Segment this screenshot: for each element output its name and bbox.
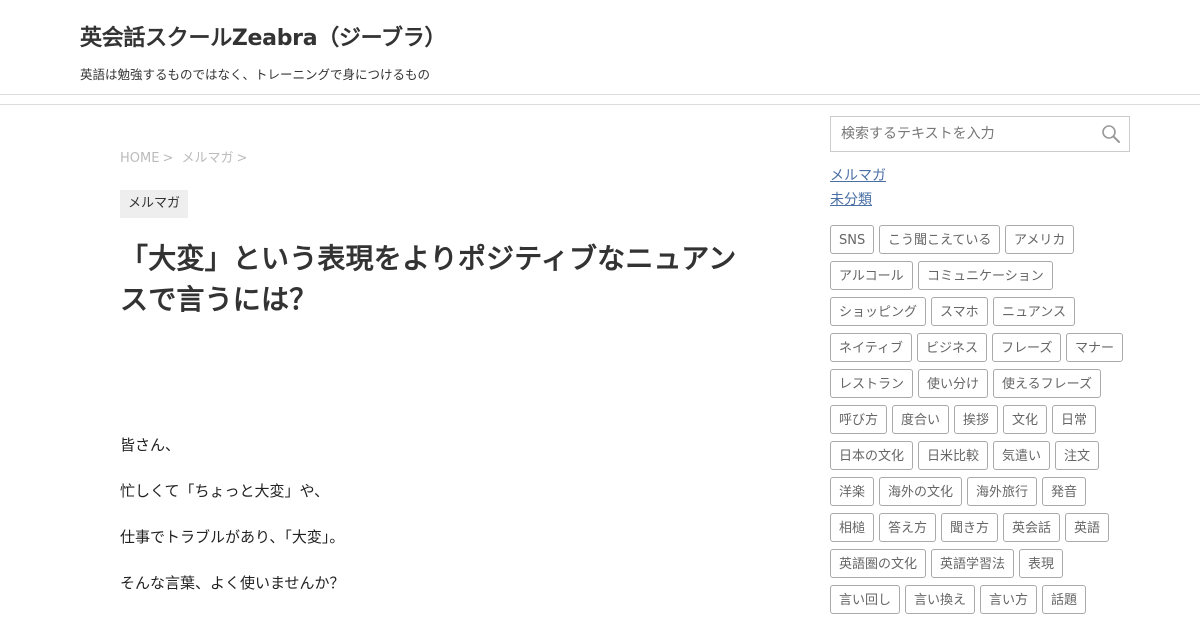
post-category-badge[interactable]: メルマガ [120,190,189,218]
tag-link[interactable]: 挨拶 [954,405,999,434]
post-paragraph: 忙しくて「ちょっと大変」や、 [120,482,330,500]
breadcrumb-category[interactable]: メルマガ [182,151,234,166]
tag-link[interactable]: 日本の文化 [830,441,914,470]
breadcrumb-home[interactable]: HOME [120,151,159,166]
tag-link[interactable]: 言い換え [905,585,976,614]
tag-link[interactable]: 文化 [1003,405,1048,434]
header-divider [0,104,1200,105]
sidebar-category-link[interactable]: 未分類 [830,189,872,209]
tag-link[interactable]: 答え方 [879,513,937,542]
tag-link[interactable]: 表現 [1019,549,1064,578]
tag-link[interactable]: 英語 [1065,513,1110,542]
tag-link[interactable]: 言い方 [980,585,1038,614]
tag-link[interactable]: アメリカ [1005,225,1075,254]
tag-link[interactable]: 英語圏の文化 [830,549,927,578]
tag-link[interactable]: 気遣い [993,441,1051,470]
breadcrumb-separator: > [162,151,174,166]
post-title: 「大変」という表現をよりポジティブなニュアンスで言うには？ [120,242,737,316]
tag-link[interactable]: アルコール [830,261,913,290]
post-paragraph: 仕事でトラブルがあり、「大変」。 [120,528,345,546]
tag-link[interactable]: 度合い [892,405,950,434]
tag-link[interactable]: 海外の文化 [879,477,963,506]
tag-link[interactable]: こう聞こえている [879,225,1001,254]
tag-link[interactable]: 発音 [1042,477,1087,506]
site-tagline: 英語は勉強するものではなく、トレーニングで身につけるもの [80,67,431,82]
search-input[interactable] [831,117,1101,151]
tag-link[interactable]: 英会話 [1003,513,1061,542]
tag-link[interactable]: 言い回し [830,585,901,614]
tag-link[interactable]: 呼び方 [830,405,888,434]
tag-link[interactable]: ショッピング [830,297,927,326]
post-paragraph: そんな言葉、よく使いませんか？ [120,574,345,592]
tag-link[interactable]: ニュアンス [993,297,1075,326]
breadcrumb: HOME > メルマガ > [120,147,251,166]
tag-link[interactable]: 使えるフレーズ [993,369,1101,398]
tag-link[interactable]: 使い分け [918,369,989,398]
tag-link[interactable]: 聞き方 [941,513,999,542]
tag-link[interactable]: マナー [1066,333,1124,362]
breadcrumb-separator: > [236,151,248,166]
tag-link[interactable]: ビジネス [917,333,988,362]
tag-link[interactable]: 日常 [1052,405,1097,434]
site-header: 英会話スクールZeabra（ジーブラ） 英語は勉強するものではなく、トレーニング… [0,0,1200,95]
tag-link[interactable]: ネイティブ [830,333,912,362]
tag-link[interactable]: SNS [830,225,875,254]
search-icon[interactable] [1101,124,1121,144]
post-paragraph: 皆さん、 [120,436,181,454]
tag-link[interactable]: フレーズ [992,333,1062,362]
tag-link[interactable]: 注文 [1055,441,1100,470]
site-title-link[interactable]: 英会話スクールZeabra（ジーブラ） [80,20,446,52]
tag-link[interactable]: 日米比較 [918,441,989,470]
tag-link[interactable]: スマホ [931,297,988,326]
tag-link[interactable]: 海外旅行 [967,477,1038,506]
tag-link[interactable]: 洋楽 [830,477,875,506]
tag-link[interactable]: 話題 [1042,585,1087,614]
search-form [830,116,1130,152]
tag-link[interactable]: レストラン [830,369,914,398]
tag-link[interactable]: 相槌 [830,513,875,542]
tag-link[interactable]: 英語学習法 [931,549,1015,578]
tag-link[interactable]: コミュニケーション [918,261,1053,290]
sidebar-category-link[interactable]: メルマガ [830,165,886,185]
